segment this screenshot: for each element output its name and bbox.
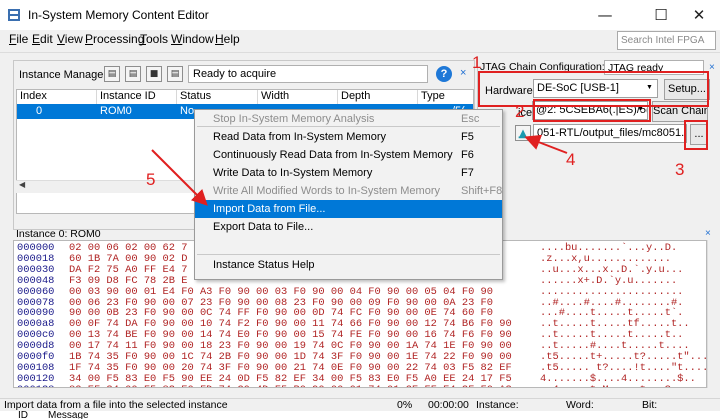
- status-message: Import data from a file into the selecte…: [4, 399, 228, 411]
- close-window-button[interactable]: ✕: [676, 0, 720, 30]
- help-icon[interactable]: ?: [436, 66, 452, 82]
- context-menu-item-shortcut: F7: [461, 167, 474, 179]
- annotation-number-2: 2: [515, 102, 525, 121]
- status-percent: 0%: [397, 399, 413, 411]
- annotation-number-1: 1: [472, 53, 482, 72]
- context-menu-item-shortcut: F5: [461, 131, 474, 143]
- hex-bytes[interactable]: 00 03 90 00 01 E4 F0 A3 F0 90 00 03 F0 9…: [69, 286, 493, 298]
- messages-message-column[interactable]: Message: [48, 410, 89, 419]
- vertical-scrollbar[interactable]: [707, 240, 720, 388]
- hex-bytes[interactable]: 82 EF 34 00 F5 83 E0 FD 74 C0 4D F5 B0 9…: [69, 384, 512, 387]
- annotation-box-browse: [684, 120, 708, 150]
- hex-editor-title: Instance 0: ROM0: [16, 228, 101, 240]
- hex-row[interactable]: 000060 00 03 90 00 01 E4 F0 A3 F0 90 00 0…: [14, 285, 706, 298]
- status-bit-label: Bit:: [642, 399, 658, 411]
- context-menu-item-shortcut: F6: [461, 149, 474, 161]
- row-status: No: [180, 105, 195, 117]
- status-time: 00:00:00: [428, 399, 469, 411]
- context-menu-item-shortcut: Shift+F8: [461, 185, 503, 197]
- context-menu-item[interactable]: Import Data from File...: [195, 200, 502, 218]
- row-index: 0: [36, 105, 43, 117]
- hex-address: 000060: [17, 285, 55, 298]
- menu-window[interactable]: Window: [171, 32, 214, 46]
- instance-manager-label: Instance Manager:: [19, 69, 111, 81]
- column-header-instance-id[interactable]: Instance ID: [97, 90, 177, 105]
- autorun-icon[interactable]: ▤: [104, 66, 120, 82]
- context-menu-item-shortcut: Esc: [461, 113, 480, 125]
- write-icon[interactable]: ▤: [167, 66, 183, 82]
- context-menu-item[interactable]: Continuously Read Data from In-System Me…: [195, 146, 502, 164]
- hex-ascii[interactable]: ..4.....t.M.....t...?..: [540, 384, 683, 387]
- scroll-left-icon[interactable]: ◀: [19, 180, 25, 189]
- search-input[interactable]: Search Intel FPGA: [617, 31, 716, 50]
- context-menu-separator: [197, 254, 500, 255]
- column-header-type[interactable]: Type: [418, 90, 473, 105]
- menu-processing[interactable]: Processing: [85, 32, 144, 46]
- annotation-box-device: [533, 99, 651, 122]
- context-menu-item-label: Read Data from In-System Memory: [213, 131, 386, 143]
- window-title: In-System Memory Content Editor: [28, 8, 209, 22]
- stop-icon[interactable]: ■: [146, 66, 162, 82]
- memory-editor-icon: [8, 9, 20, 21]
- context-menu-item-label: Import Data from File...: [213, 203, 326, 215]
- hex-row[interactable]: 000138 82 EF 34 00 F5 83 E0 FD 74 C0 4D F…: [14, 384, 706, 387]
- sof-file-path-field[interactable]: 051-RTL/output_files/mc8051.sof: [533, 124, 687, 143]
- close-instance-manager-button[interactable]: ×: [460, 67, 466, 79]
- minimize-button[interactable]: —: [582, 0, 628, 30]
- messages-header: ID Message: [0, 410, 720, 419]
- context-menu-separator: [197, 126, 500, 127]
- context-menu-item[interactable]: Write Data to In-System Memory F7: [195, 164, 502, 182]
- context-menu-item-label: Continuously Read Data from In-System Me…: [213, 149, 453, 161]
- hex-ascii[interactable]: .......................: [540, 286, 683, 298]
- hex-address: 000048: [17, 274, 55, 287]
- context-menu-item-label: Stop In-System Memory Analysis: [213, 113, 375, 125]
- column-header-width[interactable]: Width: [258, 90, 338, 105]
- row-instance-id: ROM0: [100, 105, 132, 117]
- column-header-index[interactable]: Index: [17, 90, 97, 105]
- menu-view[interactable]: View: [57, 32, 83, 46]
- menu-bar: File Edit View Processing Tools Window H…: [0, 30, 720, 50]
- close-jtag-panel-button[interactable]: ×: [709, 62, 715, 73]
- context-menu-item-label: Write Data to In-System Memory: [213, 167, 373, 179]
- context-menu-item[interactable]: Read Data from In-System Memory F5: [195, 128, 502, 146]
- menu-help[interactable]: Help: [215, 32, 240, 46]
- run-once-icon[interactable]: ▤: [125, 66, 141, 82]
- context-menu-item[interactable]: Write All Modified Words to In-System Me…: [195, 182, 502, 200]
- context-menu-item-label: Write All Modified Words to In-System Me…: [213, 185, 440, 197]
- column-header-status[interactable]: Status: [177, 90, 258, 105]
- annotation-number-3: 3: [675, 160, 685, 179]
- hex-address: 000138: [17, 384, 54, 387]
- acquire-status-field: Ready to acquire: [188, 65, 428, 83]
- toolbar-divider: [0, 52, 720, 55]
- menu-edit[interactable]: Edit: [32, 32, 53, 46]
- status-word-label: Word:: [566, 399, 594, 411]
- close-hex-editor-button[interactable]: ×: [705, 228, 711, 239]
- context-menu-item[interactable]: Instance Status Help: [195, 256, 502, 274]
- context-menu-item[interactable]: Export Data to File...: [195, 218, 502, 236]
- annotation-number-5: 5: [146, 170, 156, 189]
- hex-ascii[interactable]: ......x+.D.`y.u.......: [540, 275, 677, 287]
- column-header-depth[interactable]: Depth: [338, 90, 418, 105]
- status-instance-label: Instance:: [476, 399, 519, 411]
- menu-tools[interactable]: Tools: [140, 32, 168, 46]
- annotation-number-4: 4: [566, 150, 576, 169]
- hex-bytes[interactable]: F3 09 D8 FC 78 2B E: [69, 275, 187, 287]
- program-device-icon[interactable]: [515, 125, 531, 141]
- messages-id-column[interactable]: ID: [18, 410, 28, 419]
- context-menu-item-label: Export Data to File...: [213, 221, 314, 233]
- menu-file[interactable]: File: [9, 32, 28, 46]
- context-menu-item-label: Instance Status Help: [213, 259, 315, 271]
